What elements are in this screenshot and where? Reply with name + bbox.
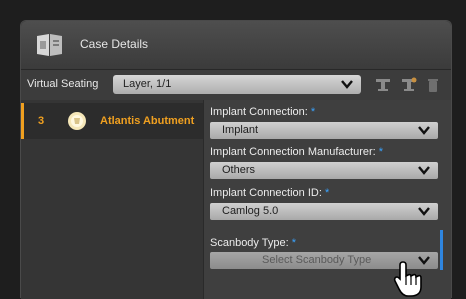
panel-title: Case Details <box>80 37 149 51</box>
implant-connection-id-value: Camlog 5.0 <box>222 205 279 217</box>
implant-manufacturer-label: Implant Connection Manufacturer: * <box>210 146 384 158</box>
virtual-seating-select[interactable]: Layer, 1/1 <box>113 75 361 94</box>
layer-edit-icon[interactable] <box>401 77 417 93</box>
active-field-indicator <box>440 230 443 270</box>
abutment-list: 3 Atlantis Abutment <box>21 100 203 299</box>
scanbody-type-label: Scanbody Type: * <box>210 237 297 249</box>
chevron-down-icon <box>341 80 353 89</box>
panel-header: Case Details <box>21 21 451 70</box>
implant-connection-value: Implant <box>222 124 259 136</box>
abutment-icon <box>68 112 86 130</box>
virtual-seating-row: Virtual Seating Layer, 1/1 <box>21 70 451 100</box>
virtual-seating-value: Layer, 1/1 <box>123 78 172 90</box>
list-item-number: 3 <box>38 115 45 127</box>
case-details-icon <box>37 34 62 56</box>
implant-connection-id-select[interactable]: Camlog 5.0 <box>210 203 438 220</box>
list-item[interactable]: 3 Atlantis Abutment <box>21 103 203 139</box>
virtual-seating-label: Virtual Seating <box>27 78 99 90</box>
list-item-name: Atlantis Abutment <box>100 115 195 127</box>
implant-manufacturer-select[interactable]: Others <box>210 162 438 179</box>
chevron-down-icon <box>418 207 430 216</box>
implant-connection-id-label: Implant Connection ID: * <box>210 187 330 199</box>
implant-connection-select[interactable]: Implant <box>210 122 438 139</box>
implant-connection-label: Implant Connection: * <box>210 106 316 118</box>
trash-icon[interactable] <box>425 77 441 93</box>
layer-tool-icon[interactable] <box>375 77 391 93</box>
scanbody-type-placeholder: Select Scanbody Type <box>262 254 372 266</box>
chevron-down-icon <box>418 166 430 175</box>
case-details-panel: Case Details Virtual Seating Layer, 1/1 … <box>20 20 452 299</box>
chevron-down-icon <box>418 126 430 135</box>
hand-cursor-icon <box>393 261 422 297</box>
implant-manufacturer-value: Others <box>222 164 256 176</box>
